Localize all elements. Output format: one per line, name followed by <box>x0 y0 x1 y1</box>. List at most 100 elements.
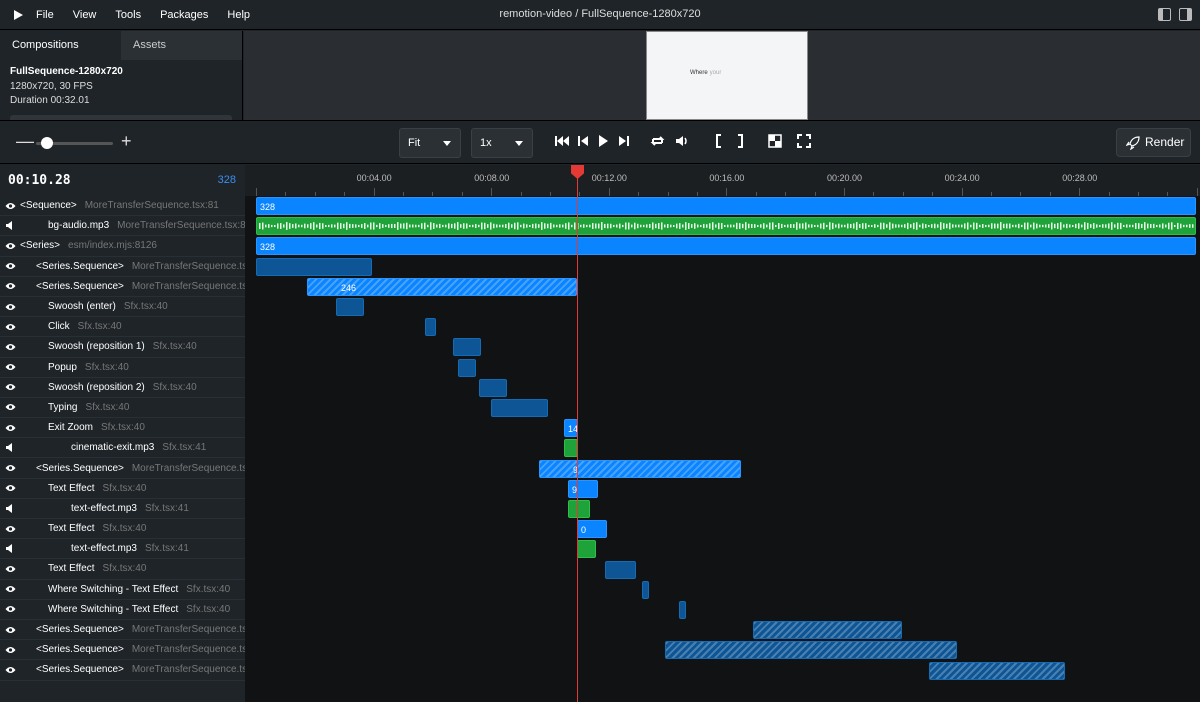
speaker-icon[interactable] <box>0 221 20 231</box>
layer-source[interactable]: MoreTransferSequence.tsx: <box>132 463 245 474</box>
layer-source[interactable]: MoreTransferSequence.tsx: <box>132 261 245 272</box>
layer-source[interactable]: MoreTransferSequence.tsx: <box>132 281 245 292</box>
jump-to-start-icon[interactable] <box>555 134 569 148</box>
menu-help[interactable]: Help <box>227 9 250 21</box>
checkerboard-icon[interactable] <box>768 134 782 148</box>
zoom-in-button[interactable]: + <box>121 131 132 152</box>
layer-source[interactable]: Sfx.tsx:40 <box>101 422 145 433</box>
layer-row[interactable]: <Series.Sequence> MoreTransferSequence.ts… <box>0 640 245 661</box>
layer-source[interactable]: MoreTransferSequence.tsx: <box>132 644 245 655</box>
eye-icon[interactable] <box>0 646 20 654</box>
out-point-icon[interactable] <box>736 134 744 148</box>
layer-source[interactable]: Sfx.tsx:40 <box>103 523 147 534</box>
layer-row[interactable]: Swoosh (enter) Sfx.tsx:40 <box>0 297 245 318</box>
toggle-right-panel-icon[interactable] <box>1179 8 1192 21</box>
current-frame[interactable]: 328 <box>218 174 236 186</box>
eye-icon[interactable] <box>0 424 20 432</box>
eye-icon[interactable] <box>0 403 20 411</box>
eye-icon[interactable] <box>0 666 20 674</box>
sequence-track-bar[interactable]: 9 <box>539 459 741 478</box>
tab-compositions[interactable]: Compositions <box>0 31 121 60</box>
layer-row[interactable]: <Series.Sequence> MoreTransferSequence.ts… <box>0 660 245 681</box>
layer-source[interactable]: Sfx.tsx:40 <box>186 604 230 615</box>
remotion-logo-icon[interactable] <box>12 9 24 21</box>
speaker-icon[interactable] <box>0 544 20 554</box>
size-select[interactable]: Fit <box>399 128 461 158</box>
layer-row[interactable]: Where Switching - Text Effect Sfx.tsx:40 <box>0 600 245 620</box>
eye-icon[interactable] <box>0 585 20 593</box>
eye-icon[interactable] <box>0 626 20 634</box>
eye-icon[interactable] <box>0 262 20 270</box>
layer-source[interactable]: MoreTransferSequence.tsx: <box>132 624 245 635</box>
fullscreen-icon[interactable] <box>797 134 811 148</box>
sequence-track-bar[interactable]: 328 <box>256 237 1196 256</box>
eye-icon[interactable] <box>0 303 20 311</box>
menu-view[interactable]: View <box>73 9 97 21</box>
sequence-track-bar[interactable] <box>256 257 372 276</box>
sequence-track-bar[interactable] <box>479 378 507 397</box>
layer-source[interactable]: MoreTransferSequence.tsx:81 <box>85 200 219 211</box>
sequence-track-bar[interactable] <box>458 358 476 377</box>
eye-icon[interactable] <box>0 383 20 391</box>
sequence-track-bar[interactable]: 328 <box>256 197 1196 215</box>
render-button[interactable]: Render <box>1116 128 1191 157</box>
speaker-icon[interactable] <box>0 503 20 513</box>
layer-row[interactable]: Text Effect Sfx.tsx:40 <box>0 479 245 499</box>
layer-source[interactable]: Sfx.tsx:41 <box>162 442 206 453</box>
sequence-track-bar[interactable] <box>929 661 1065 680</box>
sequence-track-bar[interactable] <box>665 641 957 660</box>
layer-row[interactable]: <Series> esm/index.mjs:8126 <box>0 236 245 257</box>
play-icon[interactable] <box>598 134 609 148</box>
layer-source[interactable]: Sfx.tsx:40 <box>153 341 197 352</box>
toggle-left-panel-icon[interactable] <box>1158 8 1171 21</box>
sequence-track-bar[interactable] <box>425 318 436 337</box>
layer-source[interactable]: Sfx.tsx:41 <box>145 503 189 514</box>
eye-icon[interactable] <box>0 464 20 472</box>
layer-row[interactable]: <Series.Sequence> MoreTransferSequence.ts… <box>0 277 245 297</box>
layer-source[interactable]: esm/index.mjs:8126 <box>68 240 157 251</box>
audio-track-bar[interactable] <box>577 540 596 559</box>
eye-icon[interactable] <box>0 605 20 613</box>
layer-row[interactable]: Where Switching - Text Effect Sfx.tsx:40 <box>0 580 245 600</box>
audio-track-bar[interactable] <box>568 500 590 518</box>
eye-icon[interactable] <box>0 202 20 210</box>
in-point-icon[interactable] <box>715 134 723 148</box>
sequence-track-bar[interactable] <box>491 399 548 417</box>
layer-source[interactable]: Sfx.tsx:40 <box>153 382 197 393</box>
sequence-track-bar[interactable]: 0 <box>577 520 607 539</box>
eye-icon[interactable] <box>0 363 20 371</box>
layer-row[interactable]: <Series.Sequence> MoreTransferSequence.ts… <box>0 257 245 277</box>
zoom-out-button[interactable]: — <box>16 131 34 152</box>
layer-row[interactable]: <Series.Sequence> MoreTransferSequence.ts… <box>0 620 245 641</box>
layer-source[interactable]: Sfx.tsx:40 <box>186 584 230 595</box>
timeline-tracks[interactable]: 00:04.00 00:08.00 00:12.00 00:16.00 00:20.00… <box>245 165 1200 702</box>
layer-row[interactable]: Typing Sfx.tsx:40 <box>0 398 245 419</box>
sequence-track-bar[interactable] <box>642 580 649 599</box>
eye-icon[interactable] <box>0 525 20 533</box>
eye-icon[interactable] <box>0 242 20 250</box>
timeline-ruler[interactable]: 00:04.00 00:08.00 00:12.00 00:16.00 00:20.00… <box>245 165 1200 196</box>
sequence-track-bar[interactable]: 9 <box>568 479 598 498</box>
eye-icon[interactable] <box>0 282 20 290</box>
menu-packages[interactable]: Packages <box>160 9 208 21</box>
layer-source[interactable]: Sfx.tsx:40 <box>103 483 147 494</box>
layer-row[interactable]: Text Effect Sfx.tsx:40 <box>0 519 245 540</box>
audio-track-bar[interactable] <box>564 439 578 458</box>
tab-assets[interactable]: Assets <box>121 31 242 60</box>
layer-row[interactable]: <Series.Sequence> MoreTransferSequence.ts… <box>0 458 245 479</box>
volume-icon[interactable] <box>675 134 690 148</box>
layer-row[interactable]: Swoosh (reposition 2) Sfx.tsx:40 <box>0 378 245 398</box>
sequence-track-bar[interactable] <box>679 601 686 619</box>
eye-icon[interactable] <box>0 484 20 492</box>
sequence-track-bar[interactable] <box>605 560 636 579</box>
zoom-slider-handle[interactable] <box>41 137 54 149</box>
layer-source[interactable]: Sfx.tsx:40 <box>85 362 129 373</box>
menu-tools[interactable]: Tools <box>115 9 141 21</box>
layer-source[interactable]: Sfx.tsx:40 <box>103 563 147 574</box>
layer-row[interactable]: <Sequence> MoreTransferSequence.tsx:81 <box>0 196 245 217</box>
layer-source[interactable]: Sfx.tsx:40 <box>124 301 168 312</box>
layer-row[interactable]: Swoosh (reposition 1) Sfx.tsx:40 <box>0 337 245 358</box>
playback-rate-select[interactable]: 1x <box>471 128 533 158</box>
sequence-track-bar[interactable]: 14 <box>564 419 578 438</box>
layer-source[interactable]: Sfx.tsx:40 <box>78 321 122 332</box>
